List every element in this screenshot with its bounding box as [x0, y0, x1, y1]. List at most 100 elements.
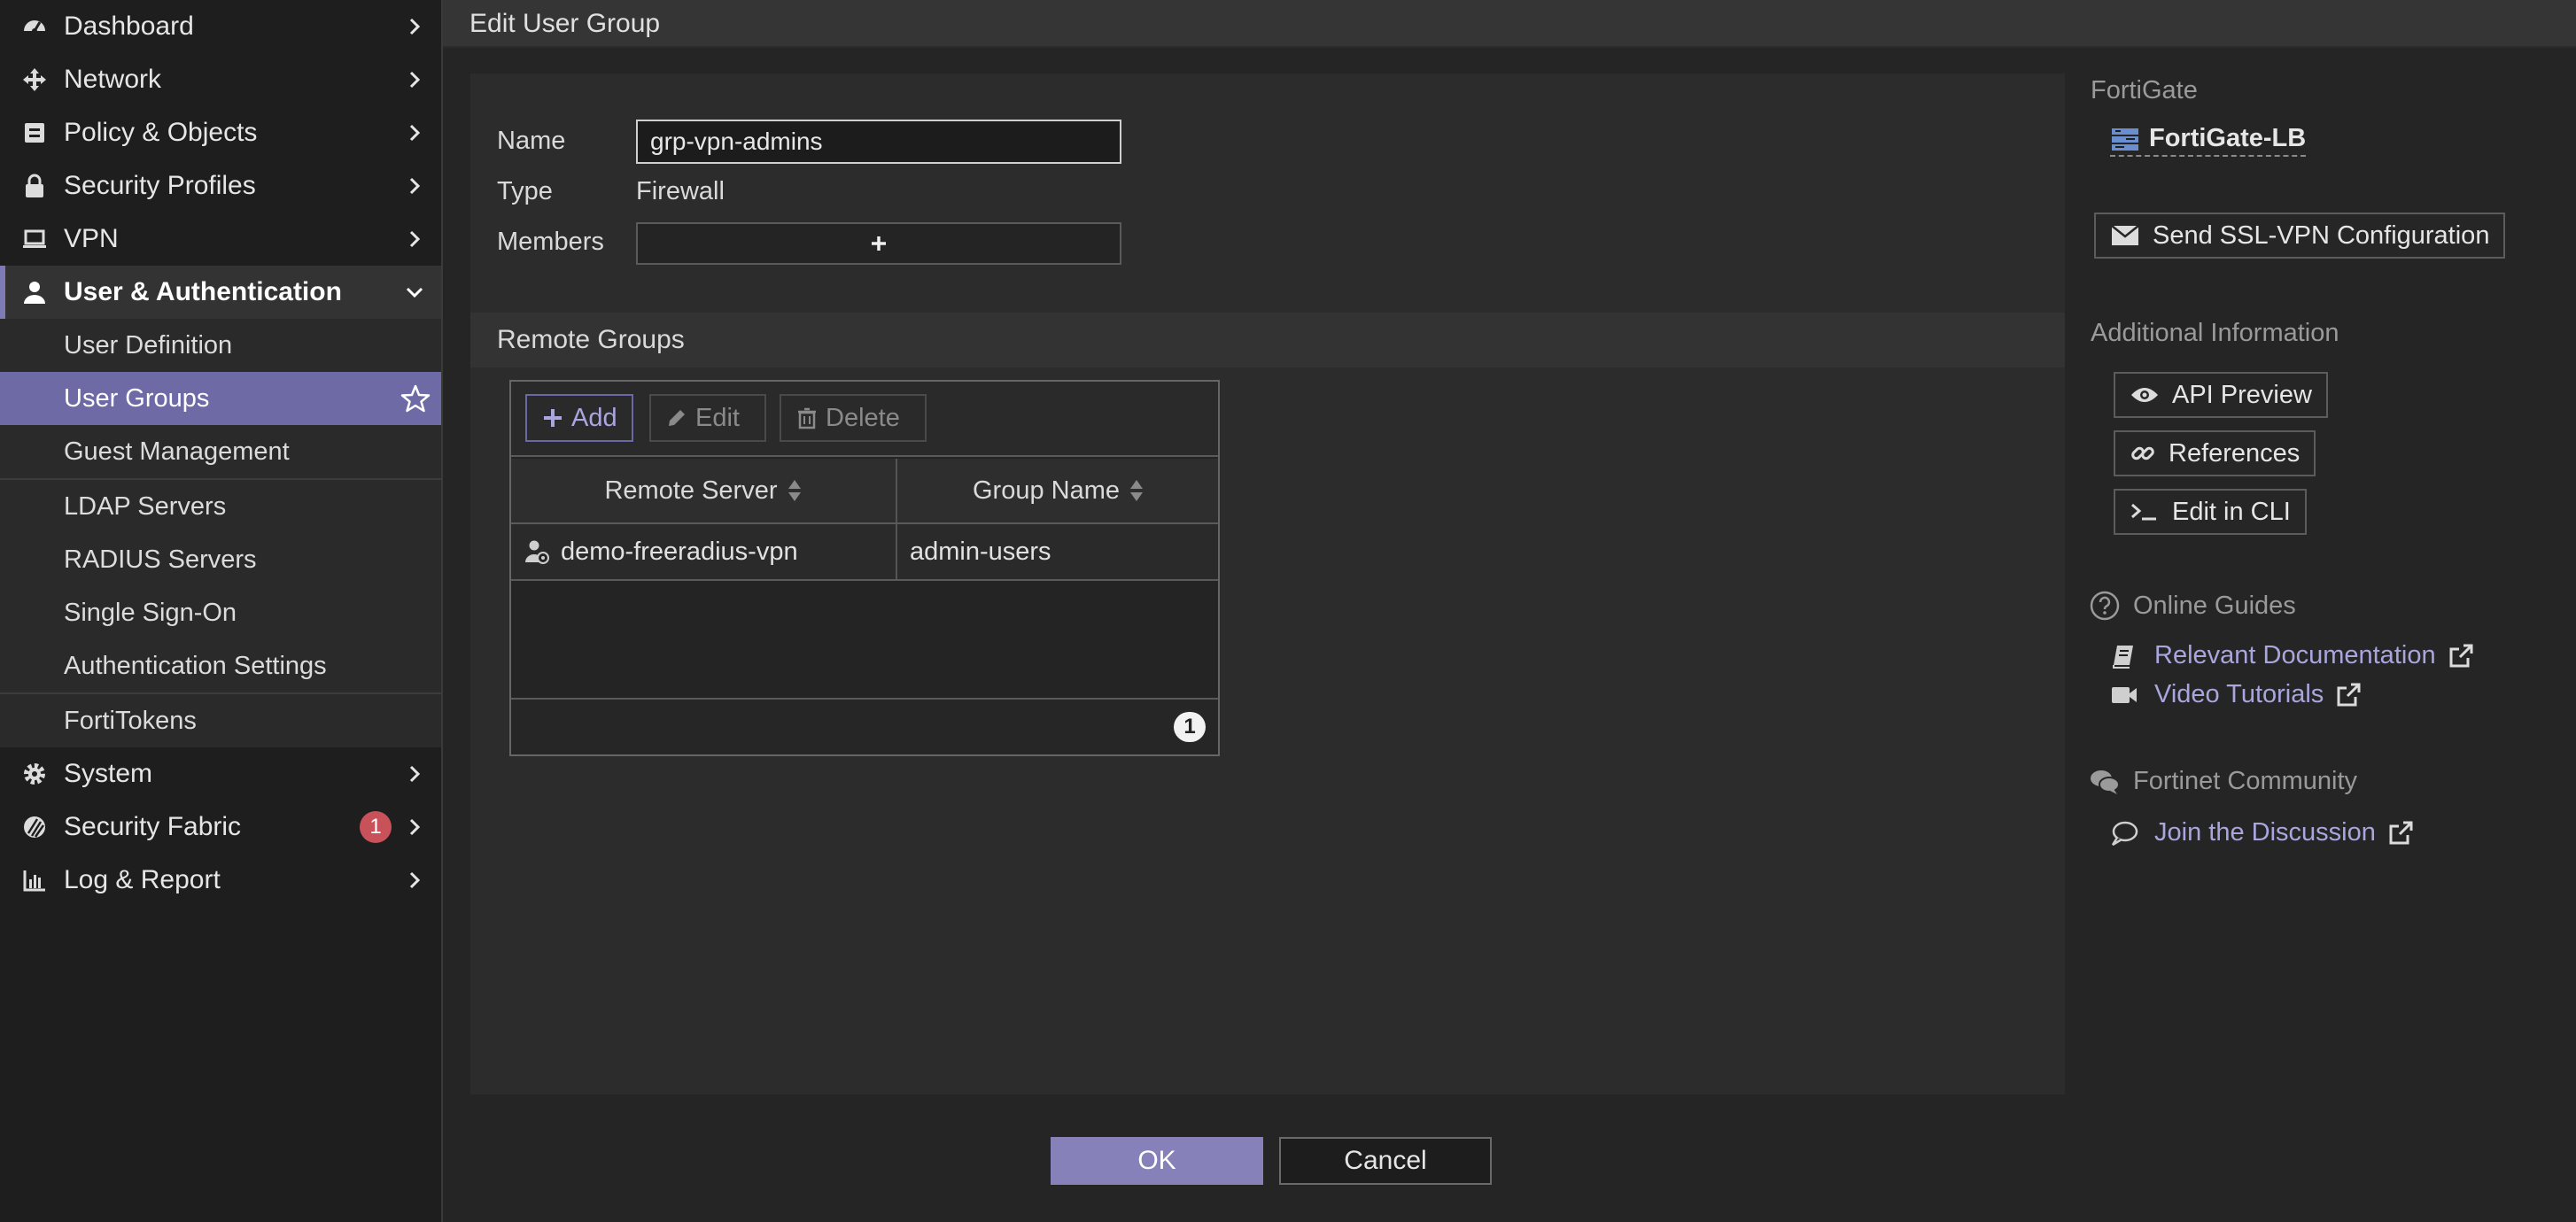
chevron-right-icon: [409, 177, 421, 195]
send-ssl-vpn-button[interactable]: Send SSL-VPN Configuration: [2094, 213, 2506, 259]
device-heading: FortiGate: [2091, 76, 2198, 104]
chevron-right-icon: [409, 818, 421, 836]
row-count-badge: 1: [1174, 712, 1206, 742]
column-header-label: Remote Server: [604, 476, 778, 505]
add-button-label: Add: [571, 403, 617, 432]
dashboard-icon: [19, 12, 50, 42]
submenu-label: User Definition: [64, 330, 233, 360]
sidebar-item-label: Policy & Objects: [64, 118, 258, 147]
pencil-icon: [669, 410, 685, 426]
sidebar-item-label: Security Fabric: [64, 812, 242, 841]
join-discussion-link[interactable]: Join the Discussion: [2110, 818, 2415, 847]
chevron-right-icon: [409, 18, 421, 35]
comments-icon: [2091, 770, 2120, 794]
submenu-label: LDAP Servers: [64, 491, 227, 521]
sidebar-item-security-profiles[interactable]: Security Profiles: [0, 159, 441, 213]
submenu-single-sign-on[interactable]: Single Sign-On: [0, 586, 441, 639]
edit-form-panel: Name Type Firewall Members Remote Groups…: [470, 73, 2065, 1094]
sidebar-item-label: System: [64, 759, 153, 788]
submenu-fortitokens[interactable]: FortiTokens: [0, 694, 441, 747]
info-panel: FortiGate FortiGate-LB Send SSL-VPN Conf…: [2064, 48, 2576, 1222]
relevant-documentation-link[interactable]: Relevant Documentation: [2110, 641, 2475, 670]
members-selector[interactable]: [636, 222, 1121, 265]
gear-icon: [19, 759, 50, 789]
delete-button-label: Delete: [826, 403, 900, 432]
submenu-authentication-settings[interactable]: Authentication Settings: [0, 639, 441, 692]
edit-button[interactable]: Edit: [649, 394, 766, 442]
type-label: Type: [497, 177, 553, 205]
sidebar-item-system[interactable]: System: [0, 747, 441, 800]
sidebar-item-user-authentication[interactable]: User & Authentication: [0, 266, 441, 319]
submenu-label: Guest Management: [64, 437, 290, 466]
external-link-icon: [2449, 644, 2473, 667]
chevron-right-icon: [409, 71, 421, 89]
page-title: Edit User Group: [469, 9, 661, 38]
submenu-label: Single Sign-On: [64, 598, 237, 627]
sidebar-item-network[interactable]: Network: [0, 53, 441, 106]
additional-info-heading: Additional Information: [2091, 319, 2339, 347]
members-label: Members: [497, 228, 604, 256]
table-header: Remote Server Group Name: [511, 459, 1218, 524]
table-toolbar: Add Edit Delete: [511, 382, 1218, 457]
sidebar-item-label: Log & Report: [64, 865, 221, 894]
plus-icon: [872, 236, 886, 251]
submenu-label: FortiTokens: [64, 706, 197, 735]
cancel-button[interactable]: Cancel: [1279, 1137, 1492, 1185]
external-link-icon: [2337, 683, 2361, 706]
sidebar-item-vpn[interactable]: VPN: [0, 213, 441, 266]
table-row[interactable]: demo-freeradius-vpn admin-users: [511, 524, 1218, 581]
edit-button-label: Edit: [695, 403, 740, 432]
network-icon: [19, 65, 50, 95]
submenu-user-definition[interactable]: User Definition: [0, 319, 441, 372]
relevant-documentation-label: Relevant Documentation: [2154, 641, 2436, 669]
sort-icon: [788, 480, 801, 501]
chevron-right-icon: [409, 230, 421, 248]
policy-icon: [19, 118, 50, 148]
submenu-user-groups[interactable]: User Groups: [0, 372, 441, 425]
sidebar-item-label: Network: [64, 65, 162, 94]
sidebar-item-security-fabric[interactable]: Security Fabric 1: [0, 800, 441, 854]
column-header-remote-server[interactable]: Remote Server: [511, 459, 896, 522]
submenu-guest-management[interactable]: Guest Management: [0, 425, 441, 478]
submenu-label: Authentication Settings: [64, 651, 327, 680]
cell-remote-server: demo-freeradius-vpn: [524, 524, 896, 579]
submenu-radius-servers[interactable]: RADIUS Servers: [0, 533, 441, 586]
external-link-icon: [2389, 821, 2413, 844]
video-camera-icon: [2112, 686, 2137, 703]
book-icon: [2113, 645, 2133, 669]
comment-icon: [2111, 821, 2138, 846]
online-guides-heading: Online Guides: [2089, 590, 2296, 622]
fortinet-community-heading: Fortinet Community: [2089, 767, 2357, 796]
submenu-ldap-servers[interactable]: LDAP Servers: [0, 480, 441, 533]
sidebar-item-log-report[interactable]: Log & Report: [0, 854, 441, 907]
fortinet-community-label: Fortinet Community: [2133, 767, 2358, 795]
envelope-icon: [2111, 225, 2139, 245]
submenu-label: RADIUS Servers: [64, 545, 257, 574]
sidebar-item-policy-objects[interactable]: Policy & Objects: [0, 106, 441, 159]
plus-icon: [544, 409, 562, 427]
type-value: Firewall: [636, 177, 725, 205]
page-header: Edit User Group: [443, 0, 2576, 48]
api-preview-button[interactable]: API Preview: [2114, 372, 2328, 418]
send-ssl-vpn-label: Send SSL-VPN Configuration: [2153, 220, 2490, 250]
name-input[interactable]: [636, 120, 1121, 164]
add-button[interactable]: Add: [525, 394, 633, 442]
user-icon: [19, 277, 50, 307]
edit-in-cli-button[interactable]: Edit in CLI: [2114, 489, 2307, 535]
delete-button[interactable]: Delete: [780, 394, 927, 442]
star-icon[interactable]: [400, 383, 431, 414]
group-name-value: admin-users: [910, 537, 1051, 566]
laptop-icon: [19, 224, 50, 254]
video-tutorials-label: Video Tutorials: [2154, 680, 2324, 708]
sidebar-item-dashboard[interactable]: Dashboard: [0, 0, 441, 53]
submenu-label: User Groups: [64, 383, 210, 413]
references-button[interactable]: References: [2114, 430, 2316, 476]
sidebar-item-label: VPN: [64, 224, 119, 253]
name-label: Name: [497, 127, 566, 155]
device-link[interactable]: FortiGate-LB: [2110, 124, 2307, 157]
sidebar-item-label: User & Authentication: [64, 277, 342, 306]
ok-button[interactable]: OK: [1051, 1137, 1263, 1185]
column-divider: [896, 524, 897, 579]
video-tutorials-link[interactable]: Video Tutorials: [2110, 680, 2363, 709]
column-header-group-name[interactable]: Group Name: [897, 459, 1220, 522]
